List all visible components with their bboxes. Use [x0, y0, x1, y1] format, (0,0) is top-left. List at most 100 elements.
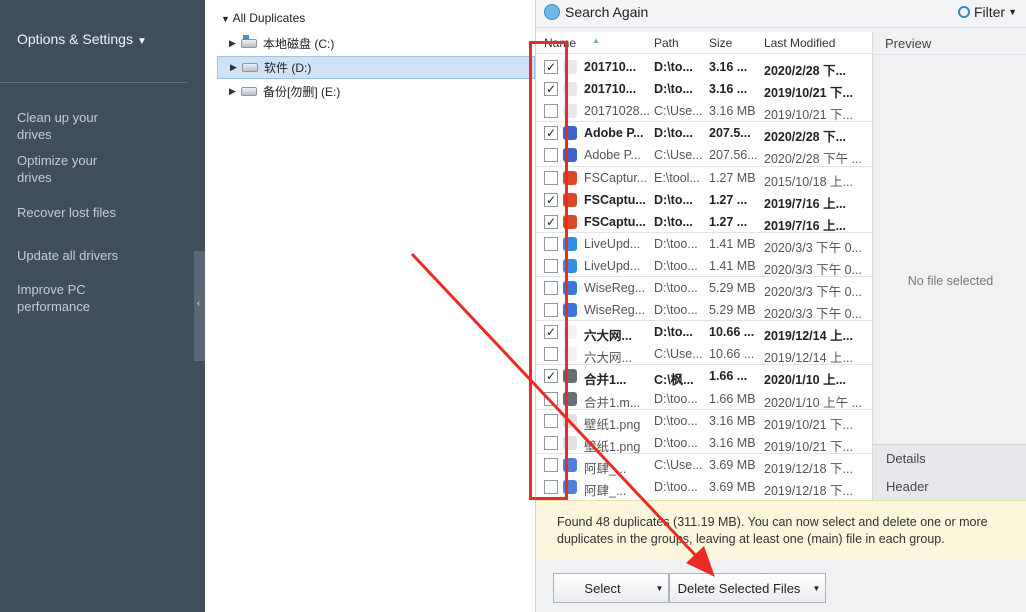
sidebar-item-optimize[interactable]: Optimize your drives	[17, 152, 117, 186]
preview-divider	[873, 54, 1026, 55]
cell-modified: 2019/12/18 下...	[764, 461, 853, 476]
cell-size: 207.56...	[709, 148, 758, 163]
list-item[interactable]: 六大网... C:\Use... 10.66 ... 2019/12/14 上...	[536, 343, 872, 365]
list-item[interactable]: 20171028... C:\Use... 3.16 MB 2019/10/21 下.…	[536, 100, 872, 122]
list-item[interactable]: LiveUpd... D:\too... 1.41 MB 2020/3/3 下午 0.…	[536, 233, 872, 255]
expand-icon[interactable]: ▶	[229, 38, 241, 49]
list-item[interactable]: ✓ 201710... D:\to... 3.16 ... 2019/10/21 下..…	[536, 78, 872, 100]
group-separator	[536, 452, 872, 454]
collapse-icon: ‹	[197, 298, 200, 308]
expand-icon[interactable]: ▶	[230, 62, 242, 73]
options-settings-menu[interactable]: Options & Settings ▼	[17, 31, 147, 47]
tree-node-d-drive[interactable]: ▶ 软件 (D:)	[217, 56, 535, 79]
expand-icon[interactable]: ▶	[229, 86, 241, 97]
cell-path: C:\枫...	[654, 373, 694, 388]
search-again-icon	[544, 4, 560, 20]
preview-pane: Preview No file selected Details Header	[872, 32, 1026, 500]
list-item[interactable]: 壁纸1.png D:\too... 3.16 MB 2019/10/21 下...	[536, 410, 872, 432]
cell-modified: 2020/3/3 下午 0...	[764, 285, 862, 299]
cell-path: D:\to...	[654, 214, 693, 229]
select-button-label: Select	[584, 580, 621, 596]
list-header: ▲ Name Path Size Last Modified	[536, 32, 872, 54]
list-item[interactable]: LiveUpd... D:\too... 1.41 MB 2020/3/3 下午 0.…	[536, 255, 872, 277]
drive-icon	[242, 63, 258, 72]
group-separator	[536, 231, 872, 233]
cell-path: D:\too...	[654, 391, 698, 406]
select-button[interactable]: Select	[553, 573, 652, 603]
sidebar-item-recover[interactable]: Recover lost files	[17, 204, 116, 221]
delete-button-label: Delete Selected Files	[677, 580, 801, 596]
list-item[interactable]: ✓ Adobe P... D:\to... 207.5... 2020/2/28 下..…	[536, 122, 872, 144]
list-item[interactable]: WiseReg... D:\too... 5.29 MB 2020/3/3 下午 0.…	[536, 277, 872, 299]
select-dropdown-button[interactable]: ▼	[651, 573, 669, 603]
group-separator	[536, 364, 872, 366]
results-panel: Search Again Filter ▼ ▲ Name Path Size L…	[535, 0, 1026, 612]
list-item[interactable]: 壁纸1.png D:\too... 3.16 MB 2019/10/21 下...	[536, 432, 872, 454]
sidebar-item-clean-up[interactable]: Clean up your drives	[17, 109, 117, 143]
column-size[interactable]: Size	[709, 36, 732, 50]
cell-name: 六大网...	[584, 329, 632, 344]
sidebar-item-update-drivers[interactable]: Update all drivers	[17, 247, 118, 264]
delete-dropdown-button[interactable]: ▼	[808, 573, 826, 603]
cell-name: WiseReg...	[584, 303, 646, 318]
cell-size: 3.16 MB	[709, 435, 756, 450]
tree-node-e-drive[interactable]: ▶ 备份[勿删] (E:)	[217, 80, 535, 103]
group-separator	[536, 121, 872, 123]
list-item[interactable]: ✓ FSCaptu... D:\to... 1.27 ... 2019/7/16 上..…	[536, 189, 872, 211]
list-item[interactable]: 阿肆_... D:\too... 3.69 MB 2019/12/18 下...	[536, 476, 872, 498]
list-item[interactable]: ✓ FSCaptu... D:\to... 1.27 ... 2019/7/16 上..…	[536, 211, 872, 233]
cell-size: 1.27 ...	[709, 214, 748, 229]
cell-name: LiveUpd...	[584, 236, 641, 251]
cell-modified: 2019/10/21 下...	[764, 417, 853, 432]
list-item[interactable]: 阿肆_... C:\Use... 3.69 MB 2019/12/18 下...	[536, 454, 872, 476]
header-tab[interactable]: Header	[886, 479, 929, 494]
cell-name: FSCaptu...	[584, 214, 646, 229]
cell-path: D:\to...	[654, 325, 693, 340]
list-item[interactable]: ✓ 201710... D:\to... 3.16 ... 2020/2/28 下...	[536, 56, 872, 78]
cell-path: D:\to...	[654, 60, 693, 74]
drive-icon	[241, 87, 257, 96]
caret-down-icon: ▼	[1008, 7, 1017, 17]
list-item[interactable]: FSCaptur... E:\tool... 1.27 MB 2015/10/18 上…	[536, 167, 872, 189]
tree-node-label: 本地磁盘 (C:)	[263, 37, 335, 51]
sidebar-item-improve[interactable]: Improve PC performance	[17, 281, 117, 315]
column-path[interactable]: Path	[654, 36, 679, 50]
caret-down-icon: ▼	[812, 583, 821, 593]
tree-node-c-drive[interactable]: ▶ 本地磁盘 (C:)	[217, 32, 535, 55]
search-again-button[interactable]: Search Again	[544, 4, 648, 20]
tree-root[interactable]: ▼ All Duplicates	[221, 11, 305, 25]
cell-size: 1.41 MB	[709, 258, 756, 273]
details-tab[interactable]: Details	[886, 451, 926, 466]
cell-size: 3.16 MB	[709, 104, 756, 119]
cell-name: 阿肆_...	[584, 483, 627, 498]
filter-button[interactable]: Filter ▼	[957, 4, 1017, 20]
caret-down-icon: ▼	[136, 36, 147, 47]
cell-size: 1.27 MB	[709, 170, 756, 185]
sort-ascending-icon: ▲	[592, 36, 600, 45]
cell-name: 阿肆_...	[584, 461, 627, 476]
delete-selected-files-button[interactable]: Delete Selected Files	[669, 573, 809, 603]
sidebar-collapse-handle[interactable]: ‹	[194, 251, 205, 361]
windows-drive-icon	[241, 35, 257, 48]
cell-path: D:\to...	[654, 192, 693, 207]
no-file-selected-text: No file selected	[907, 274, 994, 288]
cell-modified: 2019/12/14 上...	[764, 329, 853, 344]
list-item[interactable]: WiseReg... D:\too... 5.29 MB 2020/3/3 下午 0.…	[536, 299, 872, 321]
cell-path: D:\too...	[654, 413, 698, 428]
group-separator	[536, 320, 872, 322]
cell-path: D:\too...	[654, 479, 698, 494]
cell-name: 20171028...	[584, 104, 650, 119]
cell-path: C:\Use...	[654, 457, 703, 472]
column-last-modified[interactable]: Last Modified	[764, 36, 835, 50]
cell-size: 3.16 MB	[709, 413, 756, 428]
cell-size: 1.27 ...	[709, 192, 748, 207]
details-pane: Details Header	[873, 444, 1026, 500]
cell-size: 1.66 ...	[709, 369, 748, 384]
cell-path: C:\Use...	[654, 148, 703, 163]
list-item[interactable]: 合并1.m... D:\too... 1.66 MB 2020/1/10 上午 ...	[536, 388, 872, 410]
list-item[interactable]: ✓ 合并1... C:\枫... 1.66 ... 2020/1/10 上...	[536, 365, 872, 387]
list-item[interactable]: Adobe P... C:\Use... 207.56... 2020/2/28 下午…	[536, 144, 872, 166]
cell-name: Adobe P...	[584, 126, 644, 141]
list-item[interactable]: ✓ 六大网... D:\to... 10.66 ... 2019/12/14 上...	[536, 321, 872, 343]
cell-name: 合并1...	[584, 373, 627, 388]
